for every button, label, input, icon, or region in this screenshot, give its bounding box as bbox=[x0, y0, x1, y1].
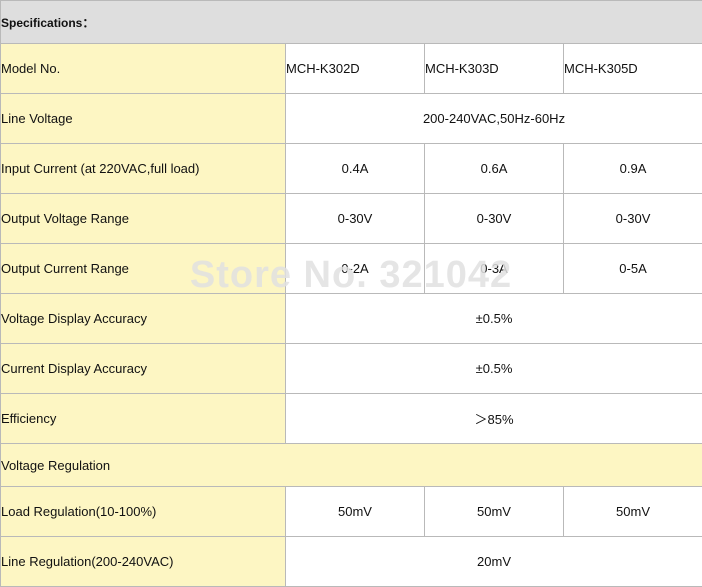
input-current-k302d: 0.4A bbox=[285, 143, 425, 194]
output-current-k303d: 0-3A bbox=[424, 243, 564, 294]
efficiency-value: ＞85% bbox=[284, 393, 702, 444]
row-label-output-current: Output Current Range bbox=[0, 243, 286, 294]
row-label-line-voltage: Line Voltage bbox=[0, 93, 286, 144]
current-display-accuracy-value: ±0.5% bbox=[284, 343, 702, 394]
output-voltage-k305d: 0-30V bbox=[562, 193, 702, 244]
voltage-display-accuracy-value: ±0.5% bbox=[284, 293, 702, 344]
row-label-model: Model No. bbox=[0, 43, 286, 94]
row-label-current-display-accuracy: Current Display Accuracy bbox=[0, 343, 286, 394]
model-k302d: MCH-K302D bbox=[285, 43, 425, 94]
line-voltage-value: 200-240VAC,50Hz-60Hz bbox=[284, 93, 702, 144]
row-label-output-voltage: Output Voltage Range bbox=[0, 193, 286, 244]
row-label-input-current: Input Current (at 220VAC,full load) bbox=[0, 143, 286, 194]
row-label-line-regulation: Line Regulation(200-240VAC) bbox=[0, 536, 286, 587]
model-k305d: MCH-K305D bbox=[562, 43, 702, 94]
load-regulation-k302d: 50mV bbox=[285, 486, 425, 537]
row-label-load-regulation: Load Regulation(10-100%) bbox=[0, 486, 286, 537]
output-voltage-k303d: 0-30V bbox=[424, 193, 564, 244]
load-regulation-k305d: 50mV bbox=[562, 486, 702, 537]
input-current-k303d: 0.6A bbox=[424, 143, 564, 194]
row-label-voltage-display-accuracy: Voltage Display Accuracy bbox=[0, 293, 286, 344]
line-regulation-value: 20mV bbox=[284, 536, 702, 587]
section-voltage-regulation: Voltage Regulation bbox=[0, 443, 702, 487]
row-label-efficiency: Efficiency bbox=[0, 393, 286, 444]
output-current-k305d: 0-5A bbox=[562, 243, 702, 294]
input-current-k305d: 0.9A bbox=[562, 143, 702, 194]
load-regulation-k303d: 50mV bbox=[424, 486, 564, 537]
specifications-table: Specifications： Model No. MCH-K302D MCH-… bbox=[0, 0, 702, 587]
output-voltage-k302d: 0-30V bbox=[285, 193, 425, 244]
output-current-k302d: 0-2A bbox=[285, 243, 425, 294]
specifications-header: Specifications： bbox=[0, 0, 702, 44]
model-k303d: MCH-K303D bbox=[424, 43, 564, 94]
